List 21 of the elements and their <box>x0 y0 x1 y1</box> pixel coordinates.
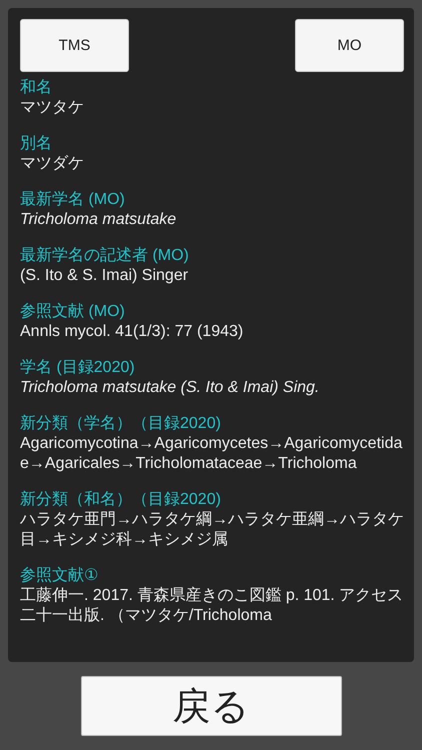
field-label: 新分類（学名）（目録2020) <box>20 414 222 434</box>
field-label: 最新学名の記述者 (MO) <box>20 246 190 266</box>
field-label: 参照文献① <box>20 566 100 586</box>
field-label: 新分類（和名）（目録2020) <box>20 490 222 510</box>
back-button[interactable]: 戻る <box>80 676 342 736</box>
field-value: Tricholoma matsutake <box>20 210 178 230</box>
field-value: ハラタケ亜門→ハラタケ綱→ハラタケ亜綱→ハラタケ目→キシメジ科→キシメジ属 <box>20 510 404 550</box>
field-value: マツタケ <box>20 98 85 118</box>
field-value: Agaricomycotina→Agaricomycetes→Agaricomycetidae→Agaricales→Tricholomataceae→Tricholoma <box>20 434 404 474</box>
field-value: 工藤伸一. 2017. 青森県産きのこ図鑑 p. 101. アクセス二十一出版. （マツタケ/Tricholoma <box>20 586 404 626</box>
field-label: 学名 (目録2020) <box>20 358 136 378</box>
source-button[interactable]: TMS <box>20 19 129 72</box>
field-value: (S. Ito & S. Imai) Singer <box>20 266 190 286</box>
field-value: Tricholoma matsutake (S. Ito & Imai) Sing. <box>20 378 320 398</box>
field-value: Annls mycol. 41(1/3): 77 (1943) <box>20 322 244 342</box>
field-label: 和名 <box>20 78 53 98</box>
field-label: 別名 <box>20 134 53 154</box>
field-label: 最新学名 (MO) <box>20 190 126 210</box>
field-label: 参照文献 (MO) <box>20 302 126 322</box>
source-button[interactable]: MO <box>295 19 404 72</box>
field-value: マツダケ <box>20 154 85 174</box>
